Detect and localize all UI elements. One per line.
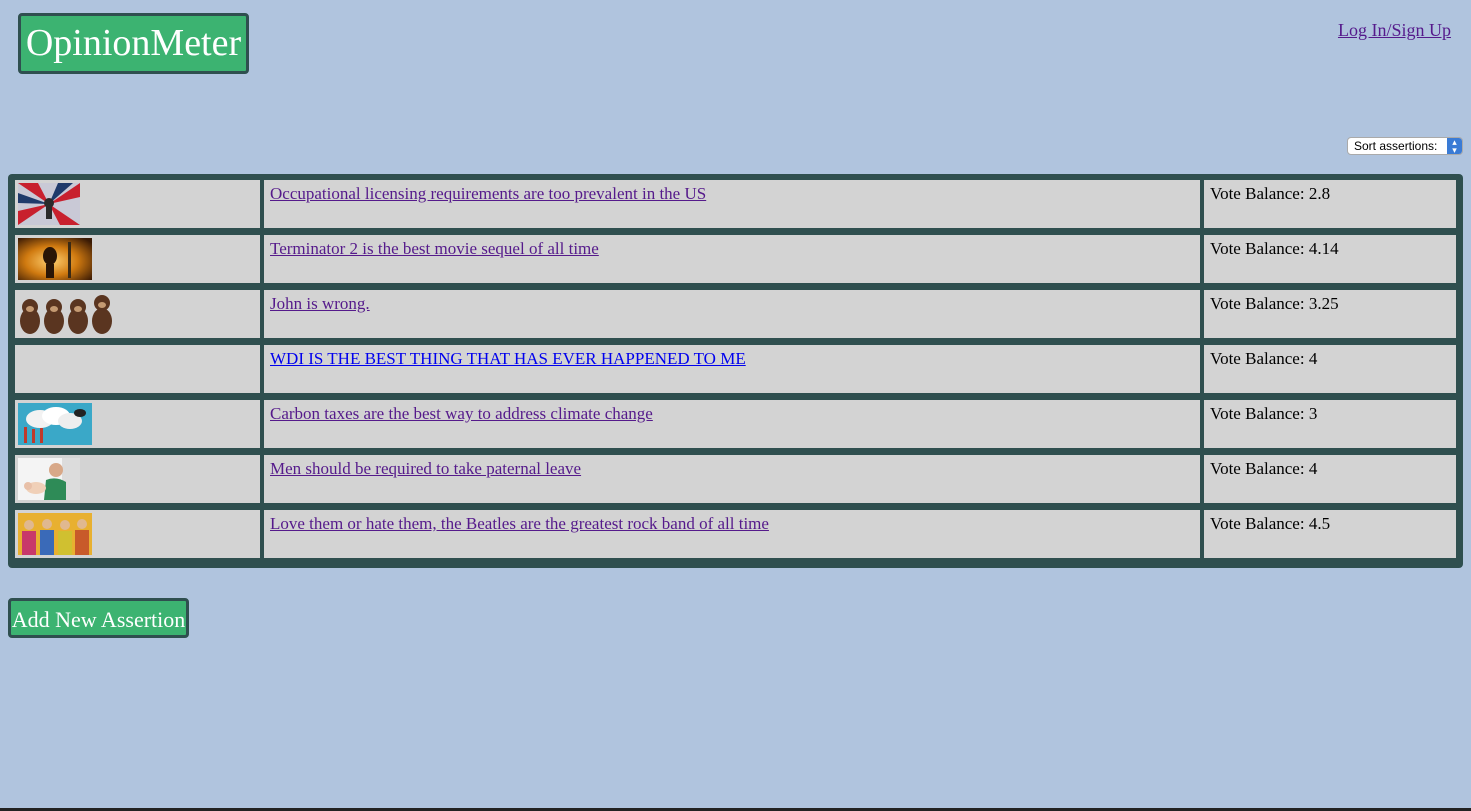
assertion-image-cell bbox=[13, 343, 262, 395]
assertion-title-cell: Occupational licensing requirements are … bbox=[262, 178, 1202, 230]
vote-balance: Vote Balance: 3.25 bbox=[1202, 288, 1458, 340]
site-logo[interactable]: OpinionMeter bbox=[18, 13, 249, 74]
assertion-image-cell bbox=[13, 453, 262, 505]
assertion-title-cell: Love them or hate them, the Beatles are … bbox=[262, 508, 1202, 560]
assertion-title-cell: John is wrong. bbox=[262, 288, 1202, 340]
sort-assertions-select[interactable]: Sort assertions: ▴ ▾ bbox=[1347, 137, 1463, 155]
monkeys-thumbnail bbox=[18, 293, 114, 335]
table-row: WDI IS THE BEST THING THAT HAS EVER HAPP… bbox=[13, 343, 1458, 395]
assertion-image-cell bbox=[13, 508, 262, 560]
assertion-title-cell: Men should be required to take paternal … bbox=[262, 453, 1202, 505]
beatles-thumbnail bbox=[18, 513, 92, 555]
occupational-licensing-thumbnail bbox=[18, 183, 80, 225]
assertion-image-cell bbox=[13, 398, 262, 450]
assertion-link[interactable]: Men should be required to take paternal … bbox=[270, 459, 581, 478]
vote-balance: Vote Balance: 4 bbox=[1202, 343, 1458, 395]
assertion-title-cell: WDI IS THE BEST THING THAT HAS EVER HAPP… bbox=[262, 343, 1202, 395]
vote-balance: Vote Balance: 4.5 bbox=[1202, 508, 1458, 560]
login-signup-link[interactable]: Log In/Sign Up bbox=[1338, 20, 1451, 41]
assertion-link[interactable]: Terminator 2 is the best movie sequel of… bbox=[270, 239, 599, 258]
assertion-image-cell bbox=[13, 178, 262, 230]
assertion-image-cell bbox=[13, 288, 262, 340]
vote-balance: Vote Balance: 4 bbox=[1202, 453, 1458, 505]
vote-balance: Vote Balance: 4.14 bbox=[1202, 233, 1458, 285]
father-baby-thumbnail bbox=[18, 458, 80, 500]
assertion-link[interactable]: John is wrong. bbox=[270, 294, 370, 313]
sort-select-label: Sort assertions: bbox=[1354, 139, 1438, 153]
assertion-link[interactable]: Love them or hate them, the Beatles are … bbox=[270, 514, 769, 533]
table-row: Men should be required to take paternal … bbox=[13, 453, 1458, 505]
terminator-thumbnail bbox=[18, 238, 92, 280]
assertion-image-cell bbox=[13, 233, 262, 285]
assertion-title-cell: Terminator 2 is the best movie sequel of… bbox=[262, 233, 1202, 285]
add-new-assertion-button[interactable]: Add New Assertion bbox=[8, 598, 189, 638]
carbon-cloud-thumbnail bbox=[18, 403, 92, 445]
vote-balance: Vote Balance: 3 bbox=[1202, 398, 1458, 450]
table-row: John is wrong. Vote Balance: 3.25 bbox=[13, 288, 1458, 340]
vote-balance: Vote Balance: 2.8 bbox=[1202, 178, 1458, 230]
table-row: Carbon taxes are the best way to address… bbox=[13, 398, 1458, 450]
assertion-link[interactable]: Occupational licensing requirements are … bbox=[270, 184, 706, 203]
assertion-title-cell: Carbon taxes are the best way to address… bbox=[262, 398, 1202, 450]
table-row: Terminator 2 is the best movie sequel of… bbox=[13, 233, 1458, 285]
select-arrows-icon: ▴ ▾ bbox=[1447, 138, 1462, 154]
table-row: Love them or hate them, the Beatles are … bbox=[13, 508, 1458, 560]
assertion-link[interactable]: WDI IS THE BEST THING THAT HAS EVER HAPP… bbox=[270, 349, 746, 368]
assertions-table: Occupational licensing requirements are … bbox=[8, 174, 1463, 568]
assertion-link[interactable]: Carbon taxes are the best way to address… bbox=[270, 404, 653, 423]
table-row: Occupational licensing requirements are … bbox=[13, 178, 1458, 230]
